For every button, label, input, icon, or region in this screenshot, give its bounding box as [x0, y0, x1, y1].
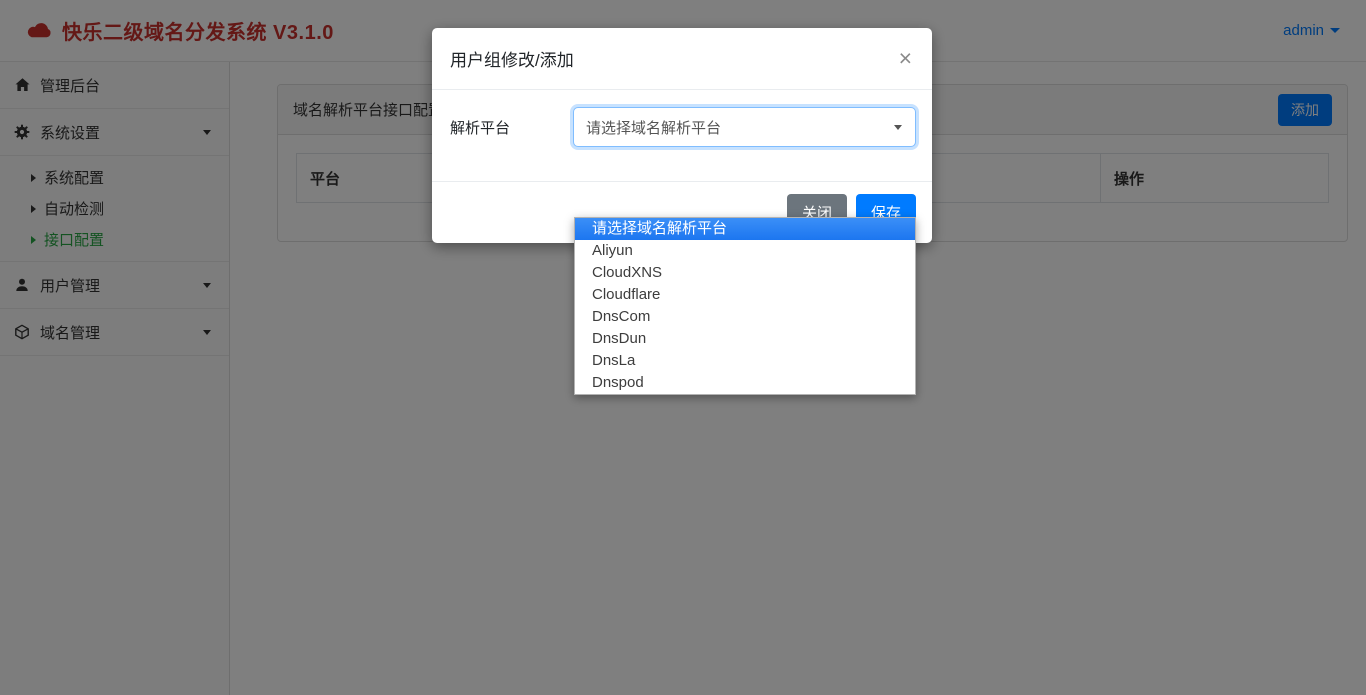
- dropdown-option-cloudflare[interactable]: Cloudflare: [575, 284, 915, 306]
- select-caret-icon: [894, 125, 902, 130]
- modal-body: 解析平台 请选择域名解析平台: [432, 90, 932, 181]
- platform-select-dropdown: 请选择域名解析平台 Aliyun CloudXNS Cloudflare Dns…: [574, 217, 916, 395]
- dropdown-option-aliyun[interactable]: Aliyun: [575, 240, 915, 262]
- dropdown-option-dnsla[interactable]: DnsLa: [575, 350, 915, 372]
- dropdown-option-cloudxns[interactable]: CloudXNS: [575, 262, 915, 284]
- platform-field-label: 解析平台: [450, 107, 573, 181]
- modal-header: 用户组修改/添加 ×: [432, 28, 932, 90]
- platform-select-value: 请选择域名解析平台: [586, 117, 721, 138]
- dropdown-option-dnscom[interactable]: DnsCom: [575, 306, 915, 328]
- modal-title: 用户组修改/添加: [450, 46, 574, 71]
- close-icon[interactable]: ×: [897, 47, 914, 70]
- dropdown-option-dnspod[interactable]: Dnspod: [575, 372, 915, 394]
- dropdown-option-dnsdun[interactable]: DnsDun: [575, 328, 915, 350]
- platform-select[interactable]: 请选择域名解析平台: [573, 107, 916, 147]
- dropdown-option-placeholder[interactable]: 请选择域名解析平台: [575, 218, 915, 240]
- user-group-modal: 用户组修改/添加 × 解析平台 请选择域名解析平台 关闭 保存: [432, 28, 932, 243]
